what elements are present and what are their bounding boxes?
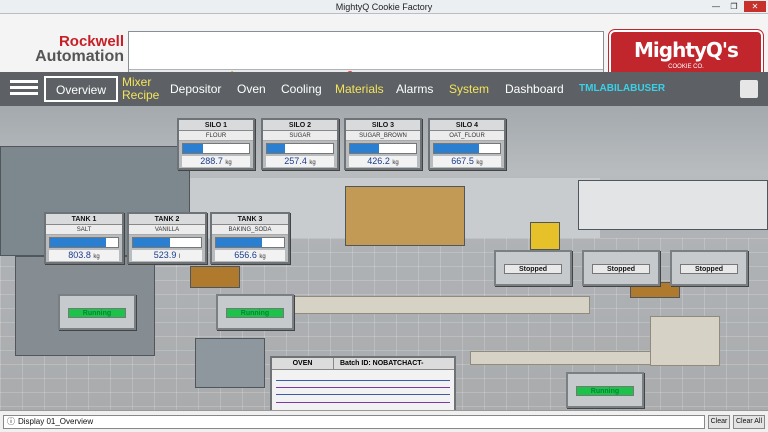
tank-2-panel[interactable]: TANK 2 VANILLA 523.9 l [127,212,207,264]
spiral-conveyor [650,316,720,366]
oven-trend-line-2 [276,387,450,388]
nav-mixer-recipe[interactable]: Mixer Recipe [122,72,164,106]
silo-3-gauge [349,143,417,154]
display-name-field: ⓘ Display 01_Overview [3,415,705,429]
factory-overview-scene: SILO 1 FLOUR 288.7 kg SILO 2 SUGAR 257.4… [0,106,768,412]
nav-overview[interactable]: Overview [44,76,118,102]
nav-materials[interactable]: Materials [335,72,384,106]
packaging-status[interactable]: Running [566,372,644,408]
tank-1-gauge [49,237,119,248]
tank-3-panel[interactable]: TANK 3 BAKING_SODA 656.6 kg [210,212,290,264]
nav-system[interactable]: System [449,72,489,106]
oven-label: OVEN [272,358,334,369]
depositor-status[interactable]: Running [216,294,294,330]
tank-3-value: 656.6 [234,250,257,260]
mixer-status[interactable]: Running [58,294,136,330]
info-icon: ⓘ [7,417,15,426]
silo-4-panel[interactable]: SILO 4 OAT_FLOUR 667.5 kg [428,118,506,170]
cooling-conveyor [470,351,660,365]
oven-trend-line-1 [276,380,450,381]
user-name: TMLABILABUSER [579,83,666,94]
nav-cooling[interactable]: Cooling [281,72,322,106]
clear-button[interactable]: Clear [708,415,730,429]
packaging-room [578,180,768,230]
forklift [530,222,560,250]
silo-1-gauge [182,143,250,154]
nav-dashboard[interactable]: Dashboard [505,72,564,106]
print-icon[interactable] [740,80,758,98]
maximize-icon[interactable]: ❐ [726,1,742,12]
silo-2-gauge [266,143,334,154]
tank-3-gauge [215,237,285,248]
materials-rack [345,186,465,246]
hamburger-menu-icon[interactable] [10,77,38,101]
main-conveyor [290,296,590,314]
rockwell-logo: Rockwell Automation [35,33,124,65]
silo-3-value: 426.2 [367,156,390,166]
oven-trend-line-3 [276,394,450,395]
silo-3-panel[interactable]: SILO 3 SUGAR_BROWN 426.2 kg [344,118,422,170]
tank-1-value: 803.8 [68,250,91,260]
nav-depositor[interactable]: Depositor [170,72,221,106]
forklift-cart [190,266,240,288]
silo-4-value: 667.5 [451,156,474,166]
cooling-3-status[interactable]: Stopped [670,250,748,286]
nav-alarms[interactable]: Alarms [396,72,433,106]
nav-oven[interactable]: Oven [237,72,266,106]
window-titlebar: MightyQ Cookie Factory — ❐ ✕ [0,0,768,14]
tank-2-gauge [132,237,202,248]
status-bar: ⓘ Display 01_Overview Clear Clear All [0,410,768,432]
oven-batch-id: Batch ID: NOBATCHACT- [340,360,424,367]
header-bar: Rockwell Automation ⚑ 🔔 0 ✓ 0 ● 5 ❓ 10 ✔… [0,14,768,84]
tank-1-panel[interactable]: TANK 1 SALT 803.8 kg [44,212,124,264]
silo-2-panel[interactable]: SILO 2 SUGAR 257.4 kg [261,118,339,170]
depositor-machine [195,338,265,388]
silo-1-panel[interactable]: SILO 1 FLOUR 288.7 kg [177,118,255,170]
tank-2-value: 523.9 [153,250,177,260]
oven-trend-line-4 [276,402,450,403]
minimize-icon[interactable]: — [708,1,724,12]
cooling-1-status[interactable]: Stopped [494,250,572,286]
main-navigation: Overview Mixer Recipe Depositor Oven Coo… [0,72,768,106]
silo-2-value: 257.4 [284,156,307,166]
cooling-2-status[interactable]: Stopped [582,250,660,286]
silo-1-value: 288.7 [200,156,223,166]
close-icon[interactable]: ✕ [744,1,766,12]
oven-panel[interactable]: OVEN Batch ID: NOBATCHACT- [270,356,456,412]
clear-all-button[interactable]: Clear All [733,415,765,429]
window-title: MightyQ Cookie Factory [335,2,433,12]
silo-4-gauge [433,143,501,154]
